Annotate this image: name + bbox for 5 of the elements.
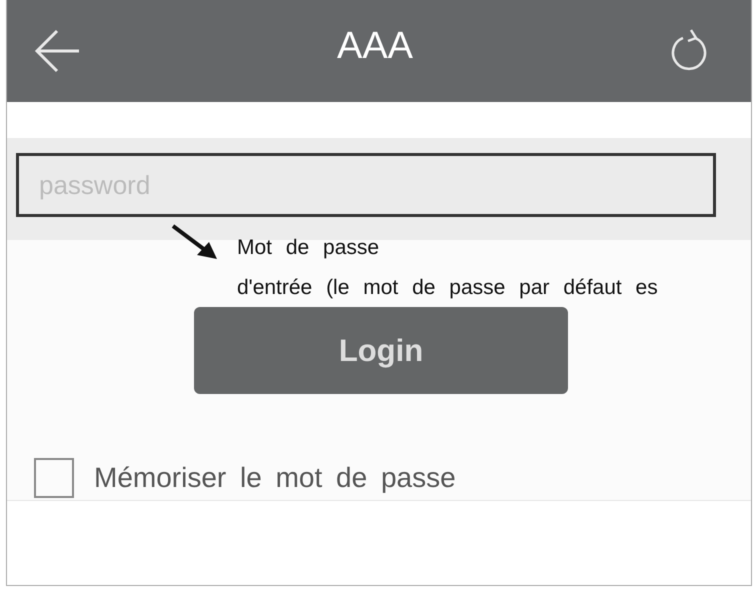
remember-checkbox[interactable] (34, 458, 74, 498)
login-button[interactable]: Login (194, 307, 568, 394)
annotation-text: Mot de passe d'entrée (le mot de passe par défaut es (237, 235, 658, 301)
remember-label: Mémoriser le mot de passe (94, 462, 456, 494)
header-title: AAA (336, 24, 414, 68)
